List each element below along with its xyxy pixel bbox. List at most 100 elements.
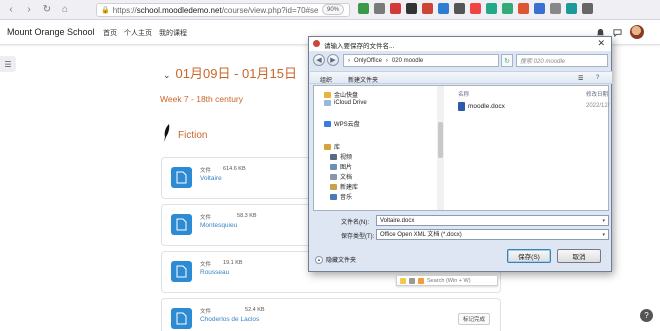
activity-size: 19.1 KB	[223, 260, 243, 266]
filetype-label: 保存类型(T):	[341, 234, 375, 240]
hide-folders-toggle[interactable]: ▴ 隐藏文件夹	[315, 255, 356, 264]
site-name[interactable]: Mount Orange School	[7, 27, 95, 37]
refresh-icon[interactable]: ↻	[501, 54, 513, 67]
close-icon[interactable]: ✕	[597, 38, 605, 49]
forward-icon[interactable]: ›	[22, 3, 36, 17]
help-icon[interactable]: ?	[640, 309, 653, 322]
filename-input[interactable]: Voltaire.docx ▾	[376, 215, 609, 226]
avatar[interactable]	[630, 25, 644, 39]
extension-icon[interactable]	[454, 3, 465, 14]
extension-icon[interactable]	[406, 3, 417, 14]
file-browser: 金山快盘 iCloud Drive WPS云盘 库 视频 图片 文档 新建库 音…	[313, 85, 609, 211]
extension-icon[interactable]	[566, 3, 577, 14]
path-breadcrumb[interactable]: › OnlyOffice › 020 moodle	[343, 54, 499, 67]
activity-card: 文件 52.4 KB Choderlos de Laclos 标记完成	[161, 298, 501, 331]
extension-icons	[358, 3, 593, 14]
mark-done-button[interactable]: 标记完成	[457, 313, 490, 325]
address-bar[interactable]: 🔒 https:// school.moodledemo.net /course…	[96, 3, 350, 17]
shield-icon[interactable]	[358, 3, 369, 14]
nav-link-dashboard[interactable]: 个人主页	[124, 28, 152, 38]
tree-item[interactable]: iCloud Drive	[324, 100, 367, 106]
activity-link[interactable]: Voltaire	[200, 175, 222, 182]
path-part[interactable]: OnlyOffice	[354, 58, 382, 64]
image-icon	[330, 163, 337, 170]
extension-icon[interactable]	[502, 3, 513, 14]
primary-nav: 首页 个人主页 我的课程	[103, 28, 187, 38]
chevron-down-icon[interactable]: ⌄	[163, 70, 171, 80]
dialog-toolbar: 组织 新建文件夹 ☰ ?	[310, 71, 612, 84]
tree-item[interactable]: 视频	[330, 152, 352, 161]
dialog-titlebar: 请输入要保存的文件名... ✕	[309, 37, 611, 51]
extension-icon[interactable]	[470, 3, 481, 14]
tree-item[interactable]: WPS云盘	[324, 119, 360, 128]
search-hint: Search (Win + W)	[427, 277, 471, 284]
tree-item[interactable]: 金山快盘	[324, 90, 358, 99]
activity-type: 文件	[200, 168, 212, 174]
save-button[interactable]: 保存(S)	[507, 249, 551, 263]
document-icon	[330, 173, 337, 180]
tree-item[interactable]: 文档	[330, 172, 352, 181]
capture-icon[interactable]	[409, 277, 415, 284]
chevron-down-icon[interactable]: ▾	[602, 216, 605, 226]
chevron-down-icon[interactable]: ▾	[602, 230, 605, 240]
extension-icon[interactable]	[486, 3, 497, 14]
organize-button[interactable]: 组织	[320, 75, 332, 84]
view-options-icon[interactable]: ☰	[578, 75, 583, 82]
activity-type: 文件	[200, 309, 212, 315]
activity-link[interactable]: Choderlos de Laclos	[200, 316, 259, 323]
help-icon[interactable]: ?	[596, 75, 599, 81]
lock-icon: 🔒	[101, 7, 110, 14]
filename-row: 文件名(N): Voltaire.docx ▾	[313, 215, 609, 227]
pocket-icon[interactable]	[390, 3, 401, 14]
forward-icon[interactable]: ▶	[327, 54, 339, 66]
extension-icon[interactable]	[438, 3, 449, 14]
activity-link[interactable]: Rousseau	[200, 269, 229, 276]
word-document-icon	[458, 102, 465, 111]
reload-icon[interactable]: ↻	[40, 3, 54, 17]
filetype-row: 保存类型(T): Office Open XML 文档 (*.docx) ▾	[313, 229, 609, 241]
new-folder-button[interactable]: 新建文件夹	[348, 75, 378, 84]
file-icon	[171, 308, 192, 329]
back-icon[interactable]: ‹	[4, 3, 18, 17]
path-part[interactable]: 020 moodle	[392, 58, 423, 64]
note-icon[interactable]	[400, 277, 406, 284]
section-heading[interactable]: ⌄ 01月09日 - 01月15日	[163, 63, 297, 82]
floating-search-bar[interactable]: Search (Win + W)	[396, 275, 498, 286]
quill-icon	[164, 124, 170, 142]
drawer-toggle-icon[interactable]: ☰	[0, 56, 16, 72]
cancel-button[interactable]: 取消	[557, 249, 601, 263]
library-icon	[330, 183, 337, 190]
scrollbar-thumb[interactable]	[438, 122, 443, 158]
url-scheme: https://	[112, 5, 137, 15]
filename-label: 文件名(N):	[341, 220, 369, 226]
nav-link-my-courses[interactable]: 我的课程	[159, 28, 187, 38]
tree-item[interactable]: 库	[324, 142, 340, 151]
folder-icon	[324, 91, 331, 98]
column-header-date[interactable]: 修改日期	[586, 90, 608, 98]
extension-icon[interactable]	[518, 3, 529, 14]
scrollbar[interactable]	[437, 86, 444, 210]
file-date: 2022/12/	[586, 103, 610, 109]
url-host: school.moodledemo.net	[136, 5, 222, 15]
file-list-item[interactable]: moodle.docx	[458, 102, 505, 111]
extension-icon[interactable]	[550, 3, 561, 14]
tree-item[interactable]: 图片	[330, 162, 352, 171]
extension-icon[interactable]	[534, 3, 545, 14]
tree-item[interactable]: 音乐	[330, 192, 352, 201]
home-icon[interactable]: ⌂	[58, 3, 72, 17]
search-input[interactable]: 搜索 020 moodle	[516, 54, 608, 67]
chat-icon[interactable]	[613, 28, 622, 37]
column-header-name[interactable]: 名称	[458, 90, 469, 98]
file-icon	[171, 214, 192, 235]
back-icon[interactable]: ◀	[313, 54, 325, 66]
bookmark-icon[interactable]	[374, 3, 385, 14]
tree-item[interactable]: 新建库	[330, 182, 358, 191]
lightning-icon[interactable]	[418, 277, 424, 284]
extension-icon[interactable]	[422, 3, 433, 14]
nav-link-home[interactable]: 首页	[103, 28, 117, 38]
zoom-badge[interactable]: 90%	[322, 4, 345, 15]
menu-icon[interactable]	[582, 3, 593, 14]
activity-size: 614.6 KB	[223, 166, 246, 172]
filetype-select[interactable]: Office Open XML 文档 (*.docx) ▾	[376, 229, 609, 240]
activity-link[interactable]: Montesquieu	[200, 222, 237, 229]
